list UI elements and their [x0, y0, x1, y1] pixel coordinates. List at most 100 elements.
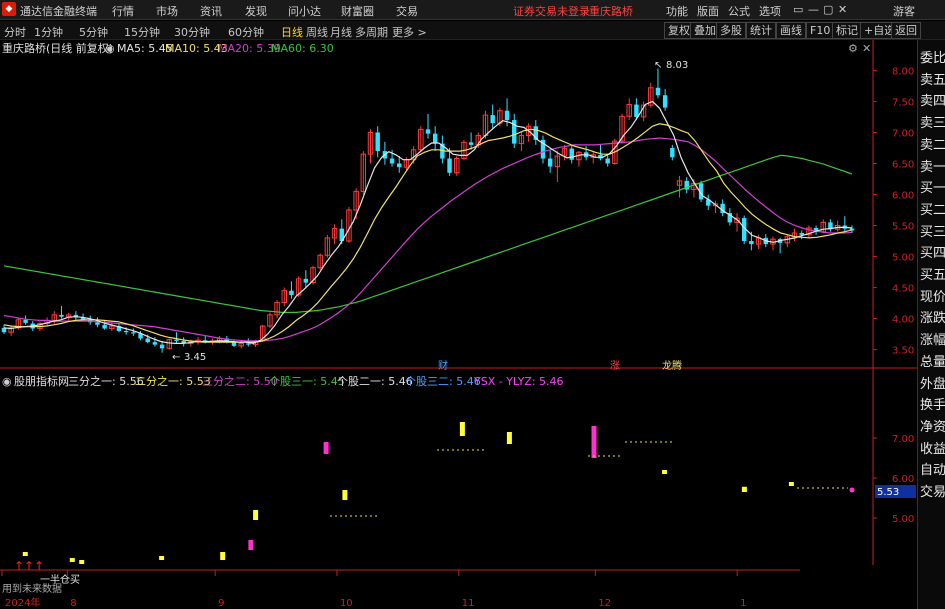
app-title: 通达信金融终端: [20, 5, 97, 18]
limit-up-marker[interactable]: 涨: [610, 360, 620, 372]
future-data-notice: 用到未来数据: [2, 582, 62, 595]
tab-60min[interactable]: 60分钟: [228, 24, 264, 40]
guest-label[interactable]: 游客: [893, 3, 915, 19]
side-panel-item[interactable]: 净资: [920, 416, 945, 435]
tab-weekly[interactable]: 周线: [306, 24, 328, 40]
date-tick-label: 12: [598, 598, 611, 609]
side-panel-item[interactable]: 外盘: [920, 373, 945, 392]
indicator-bar: [788, 482, 794, 486]
indicator-s7: YSX - YLYZ: 5.46: [473, 375, 564, 388]
menu-gongneng[interactable]: 功能: [666, 3, 688, 19]
close-icon[interactable]: ✕: [838, 3, 847, 16]
candle-body-down: [490, 115, 495, 124]
high-price-label: 8.03: [666, 60, 688, 71]
window-mode-icon[interactable]: ▭: [793, 3, 803, 16]
side-panel-item[interactable]: 换手: [920, 394, 945, 413]
tab-30min[interactable]: 30分钟: [174, 24, 210, 40]
candle-body-down: [598, 154, 603, 159]
panel-close-icon[interactable]: ✕: [862, 42, 871, 55]
indicator-settings-icon[interactable]: ◉: [2, 375, 12, 388]
side-panel-item[interactable]: 卖一: [920, 156, 945, 175]
menu-shichang[interactable]: 市场: [156, 3, 178, 19]
side-panel-item[interactable]: 买一: [920, 177, 945, 196]
indicator-bar: [662, 470, 667, 474]
candle-body-down: [145, 338, 150, 343]
side-panel-item[interactable]: 收益: [920, 438, 945, 457]
low-price-label: 3.45: [184, 352, 206, 363]
menu-gongshi[interactable]: 公式: [728, 3, 750, 19]
menu-bar: ◆ 通达信金融终端 行情 市场 资讯 发现 问小达 财富圈 交易 证券交易未登录…: [0, 0, 945, 20]
side-panel-item[interactable]: 卖二: [920, 134, 945, 153]
quote-side-panel: 委比卖五卖四卖三卖二卖一买一买二买三买四买五现价涨跌涨幅总量外盘换手净资收益自动…: [917, 40, 945, 609]
tab-fenshi[interactable]: 分时: [4, 24, 26, 40]
candle-body-down: [246, 343, 251, 345]
side-panel-item[interactable]: 委比: [920, 47, 945, 66]
tab-multi-period[interactable]: 多周期: [355, 24, 388, 40]
candle-body-down: [425, 129, 431, 134]
sub-tick-label: 6.00: [892, 474, 914, 485]
indicator-s5: 个股二一: 5.46: [337, 375, 413, 388]
side-panel-item[interactable]: 买五: [920, 264, 945, 283]
menu-caifuquan[interactable]: 财富圈: [341, 3, 374, 19]
side-panel-item[interactable]: 自动: [920, 459, 945, 478]
side-panel-item[interactable]: 买三: [920, 221, 945, 240]
menu-hangqing[interactable]: 行情: [112, 3, 134, 19]
tab-5min[interactable]: 5分钟: [79, 24, 108, 40]
menu-faxian[interactable]: 发现: [245, 3, 267, 19]
app-window: ◆ 通达信金融终端 行情 市场 资讯 发现 问小达 财富圈 交易 证券交易未登录…: [0, 0, 945, 609]
finance-marker[interactable]: 财: [438, 359, 448, 372]
kline-chart[interactable]: 8.00 7.50 7.00 6.50 6.00 5.50 5.00 4.50 4.00 3.50…: [0, 40, 917, 609]
indicator-bar: [591, 426, 597, 458]
f10-button[interactable]: F10: [806, 22, 835, 39]
indicator-bar: [220, 552, 226, 560]
candle-body-down: [95, 322, 100, 325]
draw-line-button[interactable]: 画线: [776, 22, 806, 39]
indicator-endpoint: [849, 487, 855, 493]
main-tick-label: 7.00: [892, 128, 914, 139]
menu-banmian[interactable]: 版面: [697, 3, 719, 19]
side-panel-item[interactable]: 涨跌: [920, 307, 945, 326]
tab-1min[interactable]: 1分钟: [34, 24, 63, 40]
tab-daily[interactable]: 日线: [281, 24, 303, 40]
maximize-icon[interactable]: ▢: [823, 3, 833, 16]
indicator-bar: [79, 560, 85, 564]
back-button[interactable]: 返回: [891, 22, 921, 39]
statistics-button[interactable]: 统计: [746, 22, 776, 39]
tab-15min[interactable]: 15分钟: [124, 24, 160, 40]
minimize-icon[interactable]: —: [808, 3, 819, 16]
candle-body-down: [447, 158, 452, 173]
side-panel-item[interactable]: 买四: [920, 242, 945, 261]
sub-tick-label: 7.00: [892, 434, 914, 445]
menu-jiaoyi[interactable]: 交易: [396, 3, 418, 19]
login-status[interactable]: 证券交易未登录: [513, 3, 590, 19]
menu-xuanxiang[interactable]: 选项: [759, 3, 781, 19]
side-panel-item[interactable]: 卖四: [920, 90, 945, 109]
ma-settings-icon[interactable]: ◉: [105, 42, 115, 55]
signal-flag[interactable]: 龙腾: [662, 359, 682, 372]
multi-stock-button[interactable]: 多股: [716, 22, 746, 39]
low-marker: ←: [172, 352, 180, 363]
side-panel-item[interactable]: 交易: [920, 481, 945, 500]
candle-body-down: [375, 132, 380, 152]
mark-button[interactable]: 标记: [832, 22, 862, 39]
current-price-value: 5.53: [877, 487, 899, 498]
side-panel-item[interactable]: 涨幅: [920, 329, 945, 348]
date-tick-label: 2024年: [5, 596, 40, 609]
tab-monthly[interactable]: 月线: [330, 24, 352, 40]
menu-zixun[interactable]: 资讯: [200, 3, 222, 19]
side-panel-item[interactable]: 总量: [920, 351, 945, 370]
side-panel-item[interactable]: 卖三: [920, 112, 945, 131]
menu-wenxiaoda[interactable]: 问小达: [288, 3, 321, 19]
settings-gear-icon[interactable]: ⚙: [848, 42, 858, 55]
candle-body-down: [504, 110, 510, 121]
candle-body-down: [174, 339, 179, 341]
side-panel-item[interactable]: 买二: [920, 199, 945, 218]
tab-more[interactable]: 更多 >: [392, 24, 427, 40]
indicator-bar: [159, 556, 165, 560]
high-marker: ↖: [654, 60, 662, 71]
candle-body-down: [397, 163, 402, 168]
candle-body-down: [303, 278, 309, 283]
indicator-s3: 三分之二: 5.50: [202, 374, 278, 388]
side-panel-item[interactable]: 卖五: [920, 69, 945, 88]
side-panel-item[interactable]: 现价: [920, 286, 945, 305]
